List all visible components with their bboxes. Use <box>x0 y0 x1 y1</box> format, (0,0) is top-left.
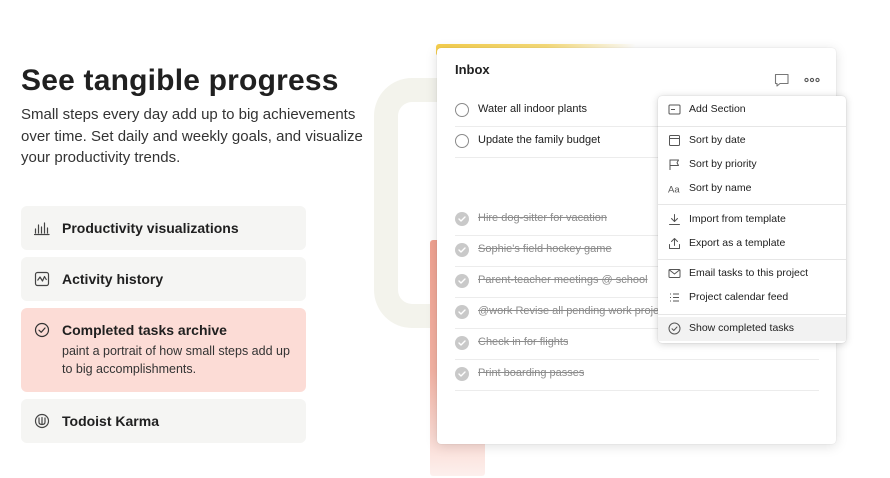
completed-task-item[interactable]: Print boarding passes <box>455 360 819 391</box>
menu-item-label: Email tasks to this project <box>689 267 809 279</box>
more-options-icon[interactable] <box>802 70 822 90</box>
feature-activity-history[interactable]: Activity history <box>21 257 306 301</box>
menu-item-import-template[interactable]: Import from template <box>658 208 846 232</box>
menu-item-label: Sort by priority <box>689 158 757 170</box>
menu-item-label: Project calendar feed <box>689 291 789 303</box>
completed-checkbox[interactable] <box>455 305 469 319</box>
feature-list: Productivity visualizations Activity his… <box>21 206 306 450</box>
task-checkbox[interactable] <box>455 134 469 148</box>
import-icon <box>668 213 681 226</box>
task-label: Sophie's field hockey game <box>478 243 612 255</box>
menu-item-sort-by-priority[interactable]: Sort by priority <box>658 153 846 177</box>
page-title: See tangible progress <box>21 64 339 97</box>
feature-title: Productivity visualizations <box>62 220 239 236</box>
page-description: Small steps every day add up to big achi… <box>21 106 363 166</box>
task-label: @work Revise all pending work proje <box>478 305 660 317</box>
menu-item-add-section[interactable]: Add Section <box>658 98 846 122</box>
task-checkbox[interactable] <box>455 103 469 117</box>
check-circle-icon <box>34 322 50 338</box>
comment-icon[interactable] <box>772 70 792 90</box>
completed-checkbox[interactable] <box>455 212 469 226</box>
feature-todoist-karma[interactable]: Todoist Karma <box>21 399 306 443</box>
feature-title: Activity history <box>62 271 164 287</box>
task-label: Check in for flights <box>478 336 569 348</box>
menu-divider <box>658 259 846 260</box>
menu-item-label: Add Section <box>689 103 746 115</box>
menu-item-email-tasks[interactable]: Email tasks to this project <box>658 262 846 286</box>
completed-checkbox[interactable] <box>455 274 469 288</box>
completed-checkbox[interactable] <box>455 367 469 381</box>
menu-item-sort-by-date[interactable]: Sort by date <box>658 129 846 153</box>
activity-icon <box>34 271 50 287</box>
menu-item-label: Show completed tasks <box>689 322 795 334</box>
menu-item-label: Import from template <box>689 213 786 225</box>
inbox-title: Inbox <box>455 62 490 77</box>
bar-chart-icon <box>33 220 50 236</box>
calendar-icon <box>668 134 681 147</box>
project-options-menu: Add Section Sort by date Sort by priorit… <box>658 96 846 343</box>
svg-text:Aa: Aa <box>668 185 680 196</box>
task-label: Hire dog-sitter for vacation <box>478 212 607 224</box>
email-icon <box>668 267 681 280</box>
menu-divider <box>658 126 846 127</box>
completed-checkbox[interactable] <box>455 243 469 257</box>
menu-item-show-completed[interactable]: Show completed tasks <box>658 317 846 341</box>
menu-divider <box>658 314 846 315</box>
feature-title: Completed tasks archive <box>62 322 227 338</box>
task-label: Water all indoor plants <box>478 103 588 115</box>
feature-description: paint a portrait of how small steps add … <box>62 344 290 376</box>
menu-divider <box>658 204 846 205</box>
menu-item-label: Export as a template <box>689 237 786 249</box>
menu-item-label: Sort by date <box>689 134 746 146</box>
flag-icon <box>668 158 681 171</box>
menu-item-export-template[interactable]: Export as a template <box>658 232 846 256</box>
check-circle-icon <box>668 322 681 335</box>
task-label: Print boarding passes <box>478 367 585 379</box>
text-icon: Aa <box>668 182 681 196</box>
task-label: Update the family budget <box>478 134 601 146</box>
section-icon <box>668 103 681 116</box>
feature-productivity-visualizations[interactable]: Productivity visualizations <box>21 206 306 250</box>
list-icon <box>668 291 681 304</box>
menu-item-label: Sort by name <box>689 182 752 194</box>
task-label: Parent-teacher meetings @ school <box>478 274 648 286</box>
menu-item-calendar-feed[interactable]: Project calendar feed <box>658 286 846 310</box>
completed-checkbox[interactable] <box>455 336 469 350</box>
feature-title: Todoist Karma <box>62 413 159 429</box>
menu-item-sort-by-name[interactable]: Aa Sort by name <box>658 177 846 201</box>
feature-completed-tasks-archive[interactable]: Completed tasks archive paint a portrait… <box>21 308 306 392</box>
karma-icon <box>34 413 50 429</box>
export-icon <box>668 237 681 250</box>
